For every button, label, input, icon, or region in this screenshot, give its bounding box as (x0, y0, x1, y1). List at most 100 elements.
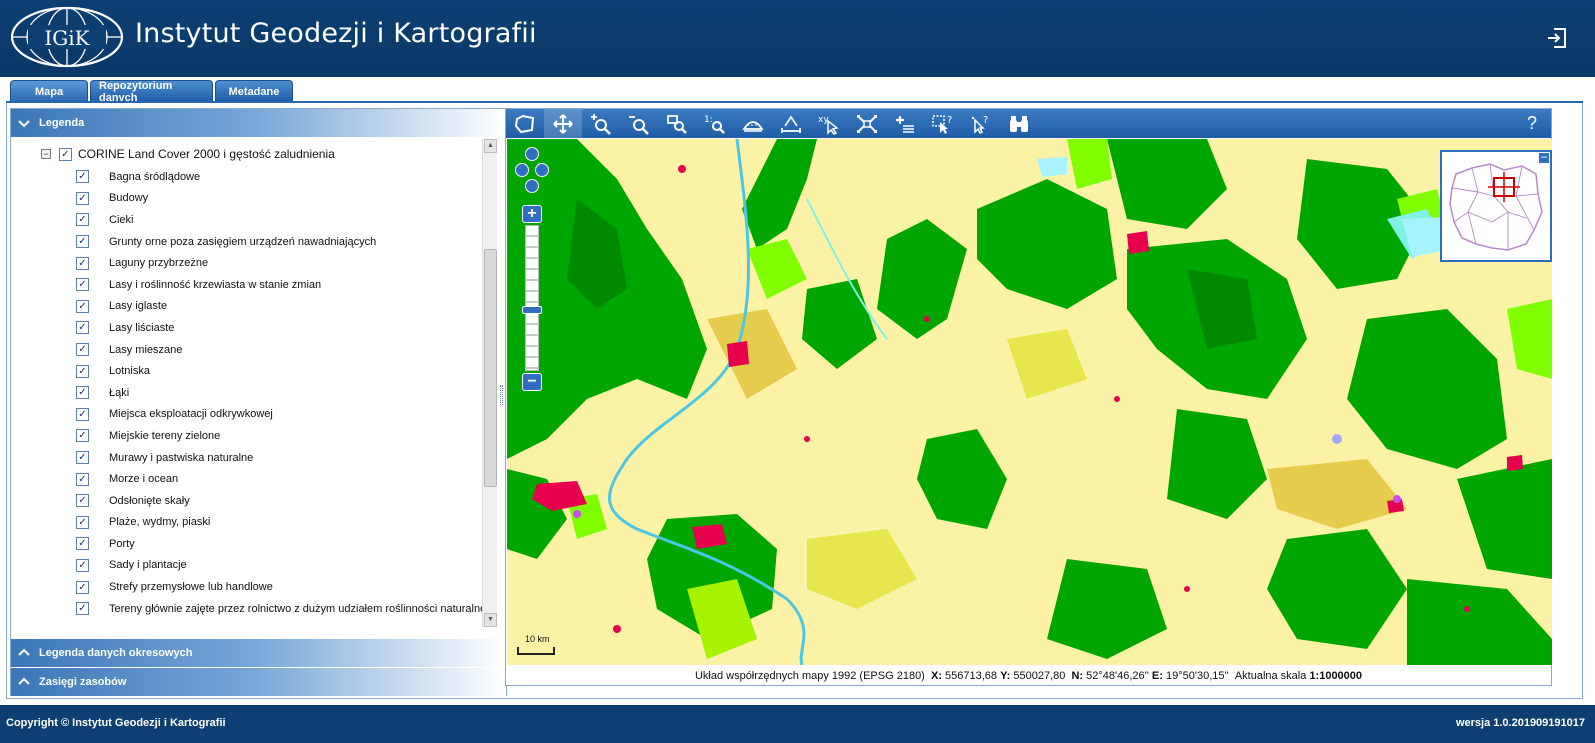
root-layer-checkbox[interactable]: ✓ (59, 147, 72, 161)
layer-label: Strefy przemysłowe lub handlowe (109, 581, 273, 594)
layer-checkbox[interactable]: ✓ (76, 537, 89, 551)
chevron-down-icon (18, 120, 30, 128)
layer-checkbox[interactable]: ✓ (76, 213, 89, 227)
collapse-toggle-icon[interactable]: − (41, 149, 51, 159)
map-panel: 1: xy ? ? ? + − − 10 km Układ współrzędn… (505, 108, 1552, 686)
overview-toggle-button[interactable]: − (1538, 151, 1550, 164)
list-item: ✓ Plaże, wydmy, piaski (76, 512, 489, 534)
layer-checkbox[interactable]: ✓ (76, 191, 89, 205)
root-layer-label: CORINE Land Cover 2000 i gęstość zaludni… (78, 147, 335, 161)
layer-checkbox[interactable]: ✓ (76, 472, 89, 486)
legend-accordion-header[interactable]: Legenda (11, 109, 506, 137)
list-item: ✓ Budowy (76, 188, 489, 210)
zoom-bar: + − (522, 205, 542, 391)
x-value: 556713,68 (945, 670, 998, 682)
pan-right-button[interactable] (535, 163, 549, 177)
list-item: ✓ Lasy iglaste (76, 296, 489, 318)
identify-point-icon[interactable]: ? (962, 109, 1000, 138)
scroll-down-button[interactable]: ▼ (484, 613, 497, 627)
chevron-up-icon (18, 677, 30, 685)
tab-repozytorium-danych[interactable]: Repozytorium danych (90, 80, 213, 104)
layer-checkbox[interactable]: ✓ (76, 580, 89, 594)
help-icon[interactable]: ? (1527, 113, 1537, 134)
panel-splitter[interactable] (500, 385, 503, 405)
identify-area-icon[interactable]: ? (924, 109, 962, 138)
layer-label: Morze i ocean (109, 473, 179, 486)
list-item: ✓ Laguny przybrzeżne (76, 252, 489, 274)
crs-label: Układ współrzędnych mapy 1992 (EPSG 2180… (694, 670, 925, 682)
zoom-track[interactable] (525, 225, 539, 371)
pan-icon[interactable] (544, 109, 582, 138)
layer-checkbox[interactable]: ✓ (76, 558, 89, 572)
extents-accordion-header[interactable]: Zasięgi zasobów (11, 668, 506, 696)
list-item: ✓ Łąki (76, 382, 489, 404)
x-label: X: (930, 670, 942, 682)
zoom-slider[interactable] (522, 306, 542, 315)
scale-bar-line (517, 647, 555, 655)
zoom-out-icon[interactable] (620, 109, 658, 138)
pan-down-button[interactable] (525, 179, 539, 193)
layer-checkbox[interactable]: ✓ (76, 602, 89, 616)
layer-checkbox[interactable]: ✓ (76, 407, 89, 421)
scale-value: 1:1000000 (1309, 670, 1363, 682)
measure-distance-icon[interactable] (772, 109, 810, 138)
layer-checkbox[interactable]: ✓ (76, 515, 89, 529)
coordinates-xy-icon[interactable]: xy (810, 109, 848, 138)
layer-label: Budowy (109, 192, 149, 205)
coordinates-status: Układ współrzędnych mapy 1992 (EPSG 2180… (506, 667, 1551, 685)
map-canvas[interactable]: + − − 10 km (507, 139, 1552, 665)
layer-label: Lasy i roślinność krzewiasta w stanie zm… (109, 278, 322, 291)
layer-checkbox[interactable]: ✓ (76, 278, 89, 292)
extents-header-label: Zasięgi zasobów (39, 676, 127, 688)
n-label: N: (1071, 670, 1084, 682)
svg-text:?: ? (983, 115, 988, 126)
layer-checkbox[interactable]: ✓ (76, 170, 89, 184)
layer-checkbox[interactable]: ✓ (76, 321, 89, 335)
tree-root-layer: − ✓ CORINE Land Cover 2000 i gęstość zal… (41, 146, 335, 162)
zoom-in-icon[interactable] (582, 109, 620, 138)
layer-checkbox[interactable]: ✓ (76, 451, 89, 465)
pan-control (515, 147, 549, 201)
layer-checkbox[interactable]: ✓ (76, 429, 89, 443)
tab-mapa[interactable]: Mapa (10, 80, 88, 102)
list-item: ✓ Porty (76, 533, 489, 555)
layer-checkbox[interactable]: ✓ (76, 343, 89, 357)
zoom-1-to-1-icon[interactable]: 1: (696, 109, 734, 138)
list-item: ✓ Miejskie tereny zielone (76, 425, 489, 447)
pan-left-button[interactable] (515, 163, 529, 177)
periodic-legend-accordion-header[interactable]: Legenda danych okresowych (11, 639, 506, 667)
layer-checkbox[interactable]: ✓ (76, 299, 89, 313)
overview-map[interactable] (1440, 150, 1552, 262)
pan-up-button[interactable] (525, 147, 539, 161)
select-area-polygon-icon[interactable] (506, 109, 544, 138)
add-layer-icon[interactable] (886, 109, 924, 138)
list-item: ✓ Lotniska (76, 360, 489, 382)
layer-label: Lotniska (109, 365, 150, 378)
layer-checkbox[interactable]: ✓ (76, 235, 89, 249)
measure-area-icon[interactable] (734, 109, 772, 138)
svg-text:?: ? (947, 115, 952, 126)
y-label: Y: (1000, 670, 1011, 682)
list-item: ✓ Miejsca eksploatacji odkrywkowej (76, 404, 489, 426)
layer-checkbox[interactable]: ✓ (76, 386, 89, 400)
legend-scrollbar[interactable]: ▲ ▼ (482, 139, 497, 627)
layer-label: Tereny głównie zajęte przez rolnictwo z … (109, 602, 489, 615)
layer-checkbox[interactable]: ✓ (76, 364, 89, 378)
tab-metadane[interactable]: Metadane (215, 80, 293, 102)
list-item: ✓ Lasy i roślinność krzewiasta w stanie z… (76, 274, 489, 296)
layer-label: Plaże, wydmy, piaski (109, 516, 211, 529)
search-binoculars-icon[interactable] (1000, 109, 1038, 138)
zoom-in-button[interactable]: + (522, 205, 542, 223)
layer-checkbox[interactable]: ✓ (76, 256, 89, 270)
list-item: ✓ Cieki (76, 209, 489, 231)
scale-label: Aktualna skala (1234, 670, 1307, 682)
list-item: ✓ Tereny głównie zajęte przez rolnictwo z… (76, 598, 489, 620)
scroll-thumb[interactable] (484, 249, 497, 487)
scroll-up-button[interactable]: ▲ (484, 139, 497, 153)
zoom-out-button[interactable]: − (522, 373, 542, 391)
layer-checkbox[interactable]: ✓ (76, 494, 89, 508)
full-extent-icon[interactable] (848, 109, 886, 138)
logout-icon[interactable] (1545, 26, 1569, 50)
layer-label: Murawy i pastwiska naturalne (109, 451, 254, 464)
zoom-box-icon[interactable] (658, 109, 696, 138)
